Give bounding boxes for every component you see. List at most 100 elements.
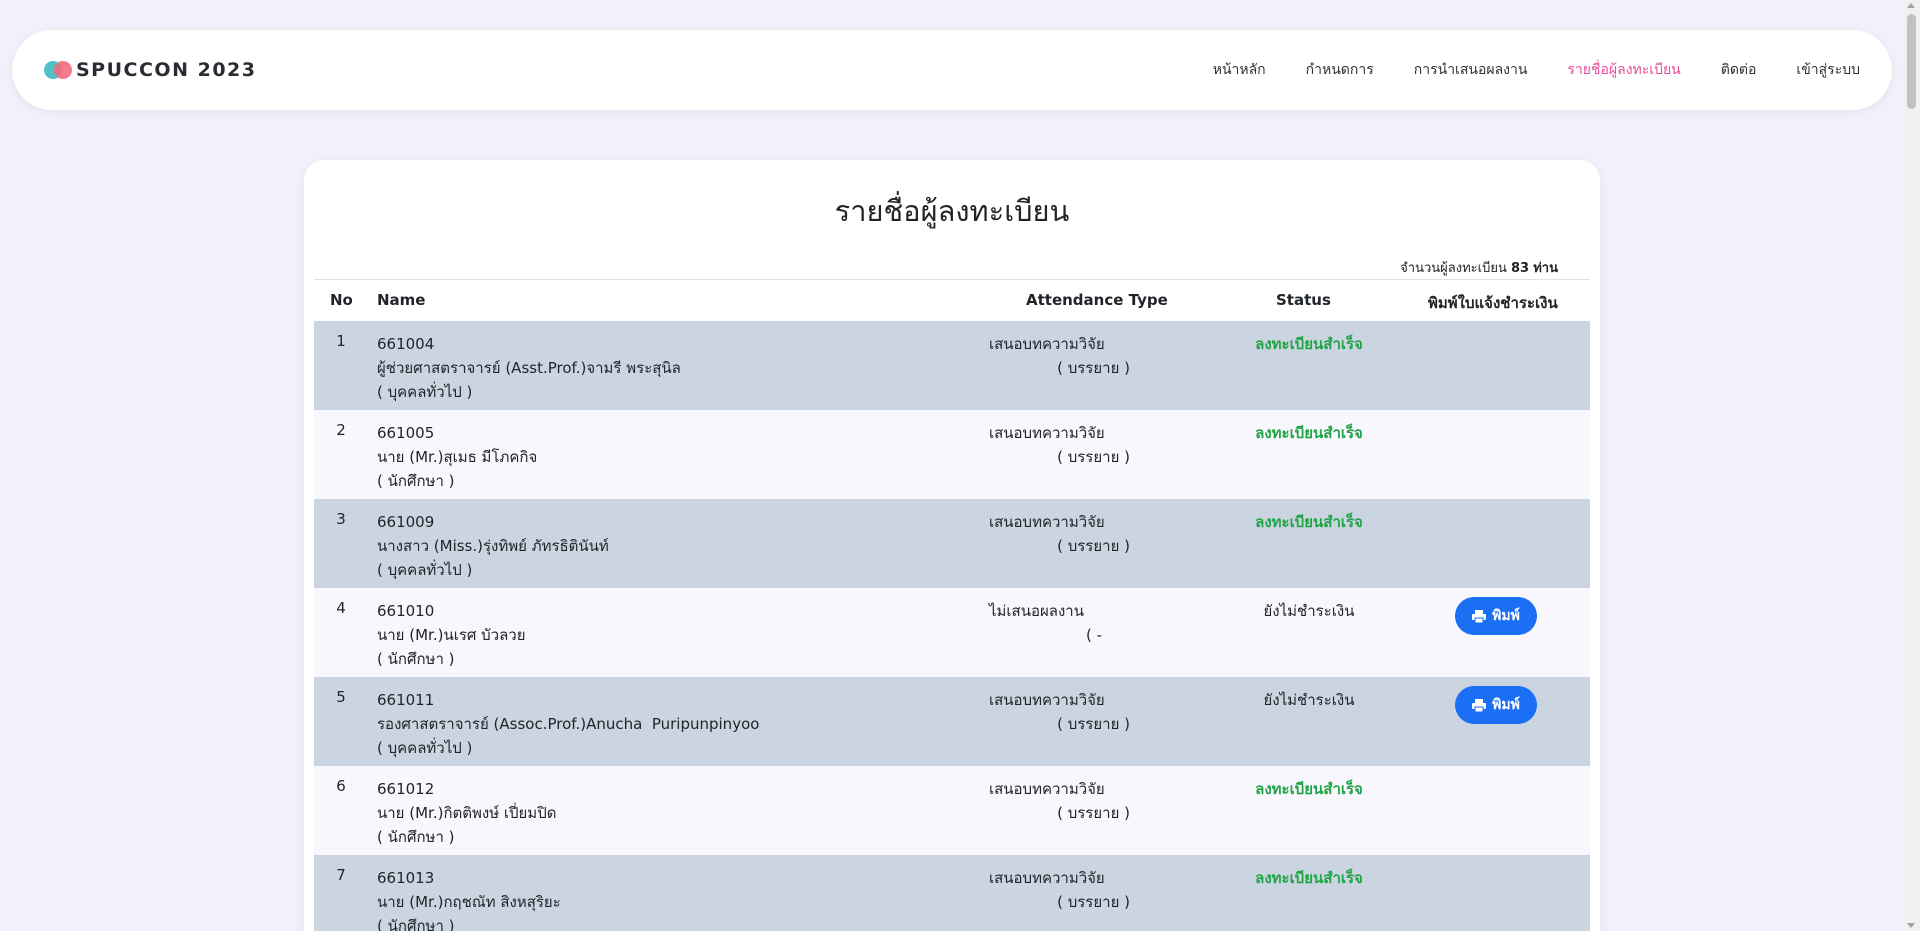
- status-badge: ยังไม่ชำระเงิน: [1263, 691, 1355, 709]
- registrant-fullname: นางสาว (Miss.)รุ่งทิพย์ ภัทรธิตินันท์: [377, 537, 609, 555]
- row-attendance: เสนอบทความวิจัย ( บรรยาย ): [989, 866, 1130, 914]
- row-attendance: เสนอบทความวิจัย ( บรรยาย ): [989, 688, 1130, 736]
- registrant-group: ( นักศึกษา ): [377, 650, 455, 668]
- status-badge: ลงทะเบียนสำเร็จ: [1255, 780, 1363, 798]
- header-attendance: Attendance Type: [1026, 291, 1168, 309]
- registrant-code: 661009: [377, 513, 435, 531]
- print-label: พิมพ์: [1492, 608, 1520, 624]
- row-no: 5: [336, 688, 346, 706]
- table-row: 4 661010 นาย (Mr.)นเรศ บัวลวย ( นักศึกษา…: [314, 588, 1590, 677]
- attendance-format: ( บรรยาย ): [1057, 893, 1130, 911]
- logo-circles-icon: [44, 60, 74, 80]
- registrant-group: ( บุคคลทั่วไป ): [377, 383, 473, 401]
- table-row: 1 661004 ผู้ช่วยศาสตราจารย์ (Asst.Prof.)…: [314, 321, 1590, 410]
- nav-schedule[interactable]: กำหนดการ: [1306, 59, 1374, 81]
- attendance-type: เสนอบทความวิจัย: [989, 691, 1105, 709]
- count-prefix: จำนวนผู้ลงทะเบียน: [1400, 261, 1507, 276]
- registrant-code: 661013: [377, 869, 435, 887]
- row-name: 661009 นางสาว (Miss.)รุ่งทิพย์ ภัทรธิติน…: [377, 510, 609, 582]
- attendance-type: เสนอบทความวิจัย: [989, 869, 1105, 887]
- row-attendance: เสนอบทความวิจัย ( บรรยาย ): [989, 510, 1130, 558]
- registrant-fullname: นาย (Mr.)กฤชณัท สิงหสุริยะ: [377, 893, 561, 911]
- registrant-fullname: รองศาสตราจารย์ (Assoc.Prof.)Anucha Purip…: [377, 715, 760, 733]
- print-label: พิมพ์: [1492, 697, 1520, 713]
- nav-contact[interactable]: ติดต่อ: [1721, 59, 1757, 81]
- attendance-format: ( บรรยาย ): [1057, 448, 1130, 466]
- table-row: 2 661005 นาย (Mr.)สุเมธ มีโภคกิจ ( นักศึ…: [314, 410, 1590, 499]
- row-no: 6: [336, 777, 346, 795]
- status-badge: ยังไม่ชำระเงิน: [1263, 602, 1355, 620]
- page-scrollbar[interactable]: [1903, 0, 1920, 931]
- status-badge: ลงทะเบียนสำเร็จ: [1255, 335, 1363, 353]
- registrant-fullname: นาย (Mr.)สุเมธ มีโภคกิจ: [377, 448, 538, 466]
- brand-name: SPUCCON 2023: [76, 59, 257, 81]
- row-no: 3: [336, 510, 346, 528]
- table-row: 6 661012 นาย (Mr.)กิตติพงษ์ เปี่ยมปิด ( …: [314, 766, 1590, 855]
- print-invoice-button[interactable]: พิมพ์: [1455, 686, 1537, 724]
- scroll-down-icon[interactable]: [1907, 923, 1915, 928]
- registrant-group: ( นักศึกษา ): [377, 828, 455, 846]
- registrant-group: ( นักศึกษา ): [377, 472, 455, 490]
- registrant-fullname: ผู้ช่วยศาสตราจารย์ (Asst.Prof.)จามรี พระ…: [377, 359, 681, 377]
- row-attendance: เสนอบทความวิจัย ( บรรยาย ): [989, 421, 1130, 469]
- table-header: No Name Attendance Type Status พิมพ์ใบแจ…: [314, 279, 1590, 321]
- registrants-card: รายชื่อผู้ลงทะเบียน จำนวนผู้ลงทะเบียน 83…: [304, 160, 1600, 931]
- attendance-format: ( บรรยาย ): [1057, 359, 1130, 377]
- table-row: 7 661013 นาย (Mr.)กฤชณัท สิงหสุริยะ ( นั…: [314, 855, 1590, 931]
- attendance-type: เสนอบทความวิจัย: [989, 335, 1105, 353]
- header-no: No: [330, 291, 353, 309]
- registrant-code: 661004: [377, 335, 435, 353]
- registrants-table: No Name Attendance Type Status พิมพ์ใบแจ…: [314, 279, 1590, 931]
- row-name: 661004 ผู้ช่วยศาสตราจารย์ (Asst.Prof.)จา…: [377, 332, 681, 404]
- attendance-format: ( -: [1085, 626, 1102, 644]
- header-print: พิมพ์ใบแจ้งชำระเงิน: [1428, 294, 1558, 312]
- attendance-type: ไม่เสนอผลงาน: [989, 602, 1084, 620]
- nav-registrants[interactable]: รายชื่อผู้ลงทะเบียน: [1567, 59, 1680, 81]
- registrant-code: 661012: [377, 780, 435, 798]
- nav-presentation[interactable]: การนำเสนอผลงาน: [1414, 59, 1528, 81]
- count-suffix: ท่าน: [1533, 261, 1558, 276]
- registrant-group: ( บุคคลทั่วไป ): [377, 561, 473, 579]
- attendance-format: ( บรรยาย ): [1057, 715, 1130, 733]
- row-name: 661012 นาย (Mr.)กิตติพงษ์ เปี่ยมปิด ( นั…: [377, 777, 556, 849]
- status-badge: ลงทะเบียนสำเร็จ: [1255, 869, 1363, 887]
- top-navbar: SPUCCON 2023 หน้าหลัก กำหนดการ การนำเสนอ…: [12, 30, 1892, 110]
- row-name: 661005 นาย (Mr.)สุเมธ มีโภคกิจ ( นักศึกษ…: [377, 421, 537, 493]
- row-name: 661011 รองศาสตราจารย์ (Assoc.Prof.)Anuch…: [377, 688, 759, 760]
- row-attendance: เสนอบทความวิจัย ( บรรยาย ): [989, 332, 1130, 380]
- header-status: Status: [1276, 291, 1331, 309]
- scroll-up-icon[interactable]: [1907, 3, 1915, 8]
- row-no: 4: [336, 599, 346, 617]
- attendance-format: ( บรรยาย ): [1057, 804, 1130, 822]
- row-attendance: ไม่เสนอผลงาน ( -: [989, 599, 1102, 647]
- row-no: 1: [336, 332, 346, 350]
- registrant-fullname: นาย (Mr.)นเรศ บัวลวย: [377, 626, 526, 644]
- status-badge: ลงทะเบียนสำเร็จ: [1255, 424, 1363, 442]
- row-attendance: เสนอบทความวิจัย ( บรรยาย ): [989, 777, 1130, 825]
- registrant-code: 661010: [377, 602, 435, 620]
- registrant-fullname: นาย (Mr.)กิตติพงษ์ เปี่ยมปิด: [377, 804, 557, 822]
- row-no: 2: [336, 421, 346, 439]
- print-invoice-button[interactable]: พิมพ์: [1455, 597, 1537, 635]
- registrant-group: ( นักศึกษา ): [377, 917, 455, 931]
- row-name: 661010 นาย (Mr.)นเรศ บัวลวย ( นักศึกษา ): [377, 599, 526, 671]
- row-name: 661013 นาย (Mr.)กฤชณัท สิงหสุริยะ ( นักศ…: [377, 866, 561, 931]
- registrant-code: 661005: [377, 424, 435, 442]
- attendance-type: เสนอบทความวิจัย: [989, 513, 1105, 531]
- attendance-type: เสนอบทความวิจัย: [989, 424, 1105, 442]
- nav-login[interactable]: เข้าสู่ระบบ: [1796, 59, 1860, 81]
- table-row: 3 661009 นางสาว (Miss.)รุ่งทิพย์ ภัทรธิต…: [314, 499, 1590, 588]
- page-title: รายชื่อผู้ลงทะเบียน: [834, 194, 1070, 228]
- nav-menu: หน้าหลัก กำหนดการ การนำเสนอผลงาน รายชื่อ…: [1213, 30, 1860, 110]
- count-value: 83: [1511, 261, 1530, 276]
- table-row: 5 661011 รองศาสตราจารย์ (Assoc.Prof.)Anu…: [314, 677, 1590, 766]
- scroll-thumb[interactable]: [1907, 14, 1916, 109]
- registrant-group: ( บุคคลทั่วไป ): [377, 739, 473, 757]
- brand-logo[interactable]: SPUCCON 2023: [44, 30, 256, 110]
- printer-icon: [1472, 609, 1487, 623]
- attendance-format: ( บรรยาย ): [1057, 537, 1130, 555]
- row-no: 7: [336, 866, 346, 884]
- registrant-code: 661011: [377, 691, 435, 709]
- nav-home[interactable]: หน้าหลัก: [1213, 59, 1266, 81]
- attendance-type: เสนอบทความวิจัย: [989, 780, 1105, 798]
